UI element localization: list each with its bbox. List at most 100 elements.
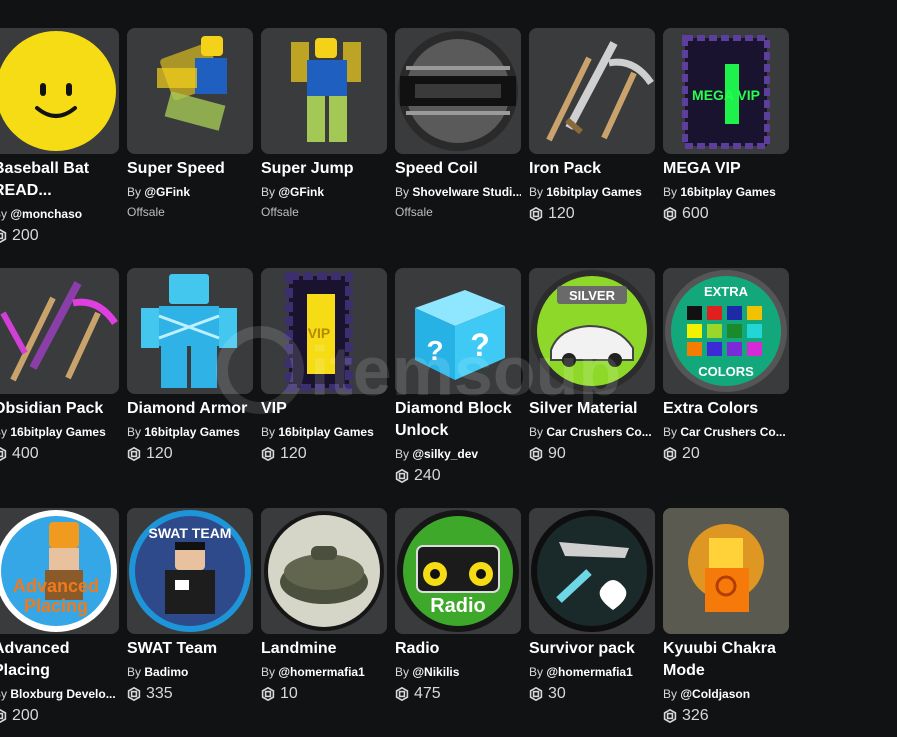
by-label: By (127, 425, 142, 439)
item-creator[interactable]: By Car Crushers Co... (663, 424, 789, 440)
item-thumbnail[interactable] (395, 28, 521, 154)
item-name-line2[interactable]: Placing (0, 660, 119, 682)
item-price: 475 (395, 684, 521, 704)
item-name[interactable]: VIP (261, 398, 387, 420)
robux-icon (529, 207, 543, 221)
item-creator[interactable]: By 16bitplay Games (663, 184, 789, 200)
item-thumbnail[interactable]: Radio (395, 508, 521, 634)
item-creator[interactable]: By @GFink (261, 184, 387, 200)
item-name[interactable]: Silver Material (529, 398, 655, 420)
item-thumbnail-art: EXTRA COLORS (663, 268, 789, 394)
item-name-line2[interactable]: Unlock (395, 420, 521, 442)
item-thumbnail[interactable]: SWAT TEAM (127, 508, 253, 634)
robux-icon (663, 709, 677, 723)
item-thumbnail-art: Radio (395, 508, 521, 634)
robux-icon (261, 447, 275, 461)
item-card[interactable]: Diamond Armor By 16bitplay Games 120 (127, 268, 253, 464)
item-thumbnail[interactable] (127, 28, 253, 154)
price-value: 335 (146, 685, 173, 702)
item-grid: Baseball BatREAD... By @monchaso 200 Sup… (0, 0, 897, 737)
item-creator[interactable]: By 16bitplay Games (0, 424, 119, 440)
item-name[interactable]: Super Speed (127, 158, 253, 180)
item-card[interactable]: SILVER Silver Material By Car Crushers C… (529, 268, 655, 464)
item-card[interactable]: Baseball BatREAD... By @monchaso 200 (0, 28, 119, 246)
item-card[interactable]: VIP VIP By 16bitplay Games 120 (261, 268, 387, 464)
svg-text:COLORS: COLORS (698, 364, 754, 379)
creator-name: 16bitplay Games (546, 185, 642, 199)
item-creator[interactable]: By @monchaso (0, 206, 119, 222)
by-label: By (529, 665, 544, 679)
by-label: By (0, 207, 8, 221)
item-creator[interactable]: By 16bitplay Games (127, 424, 253, 440)
item-name[interactable]: Advanced (0, 638, 119, 660)
item-creator[interactable]: By Car Crushers Co... (529, 424, 655, 440)
item-name[interactable]: Radio (395, 638, 521, 660)
item-card[interactable]: Obsidian Pack By 16bitplay Games 400 (0, 268, 119, 464)
by-label: By (261, 665, 276, 679)
item-thumbnail[interactable]: EXTRA COLORS (663, 268, 789, 394)
item-thumbnail[interactable] (0, 268, 119, 394)
item-price: 20 (663, 444, 789, 464)
item-name[interactable]: Speed Coil (395, 158, 521, 180)
item-thumbnail[interactable] (663, 508, 789, 634)
item-name[interactable]: Kyuubi Chakra (663, 638, 789, 660)
item-thumbnail[interactable] (529, 28, 655, 154)
item-name[interactable]: Extra Colors (663, 398, 789, 420)
item-card[interactable]: MEGA VIP MEGA VIP By 16bitplay Games 600 (663, 28, 789, 224)
item-card[interactable]: SWAT TEAM SWAT Team By Badimo 335 (127, 508, 253, 704)
item-creator[interactable]: By @silky_dev (395, 446, 521, 462)
item-thumbnail[interactable]: SILVER (529, 268, 655, 394)
by-label: By (663, 185, 678, 199)
item-creator[interactable]: By Bloxburg Develo... (0, 686, 119, 702)
item-card[interactable]: Landmine By @homermafia1 10 (261, 508, 387, 704)
item-thumbnail-art (529, 28, 655, 154)
item-card[interactable]: Radio Radio By @Nikilis 475 (395, 508, 521, 704)
item-name[interactable]: Survivor pack (529, 638, 655, 660)
creator-name: @homermafia1 (278, 665, 365, 679)
item-thumbnail[interactable] (261, 28, 387, 154)
item-thumbnail[interactable]: ? ? (395, 268, 521, 394)
item-creator[interactable]: By @Coldjason (663, 686, 789, 702)
item-card[interactable]: Super Speed By @GFink Offsale (127, 28, 253, 220)
item-card[interactable]: Super Jump By @GFink Offsale (261, 28, 387, 220)
item-creator[interactable]: By @homermafia1 (261, 664, 387, 680)
item-name-line2[interactable]: READ... (0, 180, 119, 202)
item-name[interactable]: MEGA VIP (663, 158, 789, 180)
item-name[interactable]: Diamond Block (395, 398, 521, 420)
item-name[interactable]: Diamond Armor (127, 398, 253, 420)
item-creator[interactable]: By @GFink (127, 184, 253, 200)
item-name[interactable]: Landmine (261, 638, 387, 660)
item-thumbnail[interactable] (0, 28, 119, 154)
item-name[interactable]: Baseball Bat (0, 158, 119, 180)
creator-name: @homermafia1 (546, 665, 633, 679)
item-status: Offsale (127, 205, 165, 219)
item-card[interactable]: Survivor pack By @homermafia1 30 (529, 508, 655, 704)
robux-icon (663, 207, 677, 221)
item-name[interactable]: Super Jump (261, 158, 387, 180)
item-name[interactable]: Iron Pack (529, 158, 655, 180)
item-creator[interactable]: By @Nikilis (395, 664, 521, 680)
item-card[interactable]: EXTRA COLORS Extra Colors By Car Crushers… (663, 268, 789, 464)
item-card[interactable]: Kyuubi Chakra Mode By @Coldjason 326 (663, 508, 789, 726)
item-card[interactable]: Iron Pack By 16bitplay Games 120 (529, 28, 655, 224)
item-name[interactable]: Obsidian Pack (0, 398, 119, 420)
item-creator[interactable]: By @homermafia1 (529, 664, 655, 680)
item-name[interactable]: SWAT Team (127, 638, 253, 660)
item-card[interactable]: Speed Coil By Shovelware Studi... Offsal… (395, 28, 521, 220)
svg-text:Advanced: Advanced (13, 576, 99, 596)
item-thumbnail[interactable]: Advanced Placing (0, 508, 119, 634)
item-thumbnail[interactable] (529, 508, 655, 634)
item-thumbnail[interactable]: MEGA VIP (663, 28, 789, 154)
item-thumbnail[interactable] (127, 268, 253, 394)
item-card[interactable]: ? ? Diamond Block Unlock By @silky_dev 24… (395, 268, 521, 486)
item-creator[interactable]: By 16bitplay Games (261, 424, 387, 440)
item-creator[interactable]: By Badimo (127, 664, 253, 680)
robux-icon (529, 687, 543, 701)
item-thumbnail[interactable]: VIP (261, 268, 387, 394)
item-creator[interactable]: By Shovelware Studi... (395, 184, 521, 200)
price-value: 10 (280, 685, 298, 702)
item-card[interactable]: Advanced Placing AdvancedPlacing By Blox… (0, 508, 119, 726)
item-thumbnail[interactable] (261, 508, 387, 634)
item-name-line2[interactable]: Mode (663, 660, 789, 682)
item-creator[interactable]: By 16bitplay Games (529, 184, 655, 200)
